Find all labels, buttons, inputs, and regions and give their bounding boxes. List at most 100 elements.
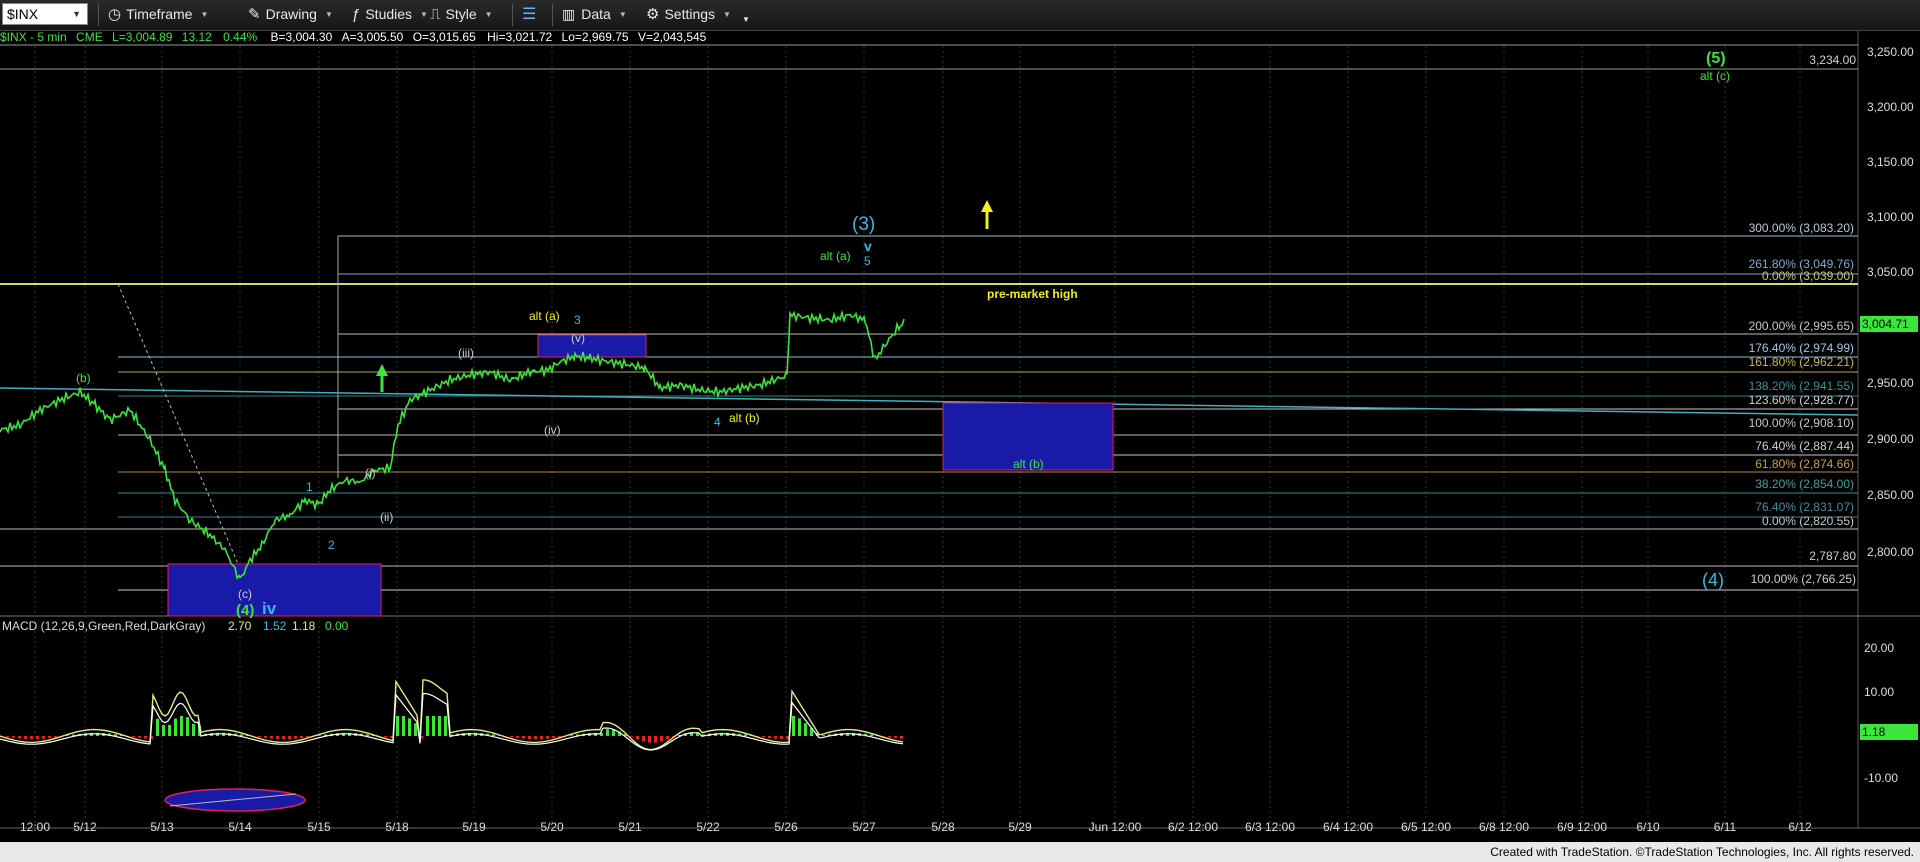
macd-bar (888, 736, 891, 738)
fib-label: 138.20% (2,941.55) (1749, 379, 1854, 393)
style-menu[interactable]: ⎍ Style ▼ (430, 3, 493, 25)
macd-bar (792, 716, 795, 736)
chevron-down-icon: ▼ (200, 9, 209, 19)
price-axis-label: 2,900.00 (1867, 432, 1914, 446)
settings-menu[interactable]: ⚙ Settings ▼ (646, 3, 731, 25)
macd-bar (612, 729, 615, 736)
macd-bar (414, 723, 417, 736)
macd-bar (606, 729, 609, 736)
time-axis-label: 6/8 12:00 (1479, 820, 1529, 834)
macd-bar (660, 736, 663, 742)
wave-label-roman-v: (v) (571, 331, 585, 345)
gear-icon: ⚙ (646, 6, 660, 23)
drawing-menu[interactable]: ✎ Drawing ▼ (248, 3, 333, 25)
macd-axis-label: 20.00 (1864, 641, 1894, 655)
time-axis: 12:00 5/12 5/13 5/14 5/15 5/18 5/19 5/20 5/21 5/2… (20, 820, 1812, 834)
time-axis-label: 5/15 (307, 820, 331, 834)
studies-menu[interactable]: ƒ Studies ▼ (352, 3, 428, 25)
premarket-high-label: pre-market high (987, 287, 1078, 301)
macd-bar (54, 736, 57, 738)
macd-bar (300, 736, 303, 739)
fib-label: 161.80% (2,962.21) (1749, 355, 1854, 369)
macd-bar (444, 716, 447, 736)
time-axis-label: 5/22 (696, 820, 720, 834)
wave-label-2: 2 (328, 538, 335, 552)
macd-bar (570, 735, 573, 736)
chevron-down-icon: ▼ (324, 9, 333, 19)
macd-bar (48, 736, 51, 739)
macd-value-3: 1.18 (292, 619, 316, 633)
chevron-down-icon: ▼ (618, 9, 627, 19)
drawing-label: Drawing (265, 6, 317, 22)
toolbar-divider (98, 4, 99, 26)
chevron-down-icon: ▼ (742, 14, 750, 24)
time-axis-label: 6/3 12:00 (1245, 820, 1295, 834)
macd-bar (396, 716, 399, 736)
chevron-down-icon[interactable]: ▼ (72, 9, 81, 19)
wave-label-iv: iv (262, 599, 277, 618)
timeframe-menu[interactable]: ◷ Timeframe ▼ (108, 3, 208, 25)
price-axis-label: 2,800.00 (1867, 545, 1914, 559)
wave-label-4-right: (4) (1702, 570, 1724, 590)
time-axis-label: 5/29 (1008, 820, 1032, 834)
macd-bar (144, 736, 147, 739)
macd-bar (384, 736, 387, 738)
toolbar-divider (512, 4, 513, 26)
wave-label-alt-b-yellow: alt (b) (729, 411, 760, 425)
price-axis-label: 2,850.00 (1867, 488, 1914, 502)
wave-label-alt-b-green: alt (b) (1013, 457, 1044, 471)
macd-bar (264, 736, 267, 738)
wave-label-alt-a-green: alt (a) (820, 249, 851, 263)
wave-label-c: (c) (238, 587, 252, 601)
macd-bar (30, 736, 33, 740)
data-menu[interactable]: ▥ Data ▼ (562, 3, 627, 25)
macd-bar (258, 736, 261, 738)
macd-bar (762, 736, 765, 738)
macd-bar (540, 736, 543, 740)
price-axis-label: 3,250.00 (1867, 45, 1914, 59)
macd-bar (180, 716, 183, 736)
macd-value-1: 2.70 (228, 619, 252, 633)
wave-label-b: (b) (76, 371, 91, 385)
wave-label-roman-iii: (iii) (458, 346, 474, 360)
macd-bar (636, 736, 639, 740)
wave-label-1: 1 (306, 480, 313, 494)
price-chart[interactable]: (5) alt (c) (3) v 5 alt (a) alt (a) 3 (v… (0, 31, 1920, 842)
target-box-v[interactable] (537, 334, 647, 358)
macd-bar (642, 736, 645, 742)
wave-label-roman-ii: (ii) (380, 510, 393, 524)
macd-bar (798, 718, 801, 736)
time-axis-label: 12:00 (20, 820, 50, 834)
time-axis-label: Jun 12:00 (1089, 820, 1142, 834)
symbol-value: $INX (7, 6, 39, 22)
time-axis-label: 5/14 (228, 820, 252, 834)
chevron-down-icon: ▼ (484, 9, 493, 19)
macd-bar (522, 736, 525, 739)
macd-bar (492, 734, 495, 736)
macd-bar (534, 736, 537, 740)
up-arrow-icon (376, 364, 388, 392)
macd-bar (408, 718, 411, 736)
time-axis-label: 5/21 (618, 820, 642, 834)
macd-bar (780, 736, 783, 740)
pencil-icon: ✎ (248, 6, 261, 23)
macd-bar (138, 736, 141, 738)
price-series (0, 309, 905, 580)
macd-line (0, 679, 904, 751)
macd-bar (42, 736, 45, 739)
macd-bar (366, 734, 369, 736)
macd-axis: 20.00 10.00 -10.00 (1864, 641, 1898, 785)
macd-bar (426, 716, 429, 736)
macd-bar (552, 736, 555, 738)
macd-bar (132, 736, 135, 737)
style-label: Style (445, 6, 477, 22)
price-axis-label: 3,150.00 (1867, 155, 1914, 169)
symbol-input[interactable]: $INX ▼ (2, 3, 88, 25)
time-axis-label: 6/5 12:00 (1401, 820, 1451, 834)
overflow-button[interactable]: ▼ (742, 3, 750, 25)
time-axis-label: 6/11 (1714, 820, 1737, 834)
macd-bar (402, 716, 405, 736)
layout-button[interactable]: ☰ (522, 3, 536, 25)
macd-bar (432, 716, 435, 736)
wave-label-3: (3) (852, 214, 875, 235)
